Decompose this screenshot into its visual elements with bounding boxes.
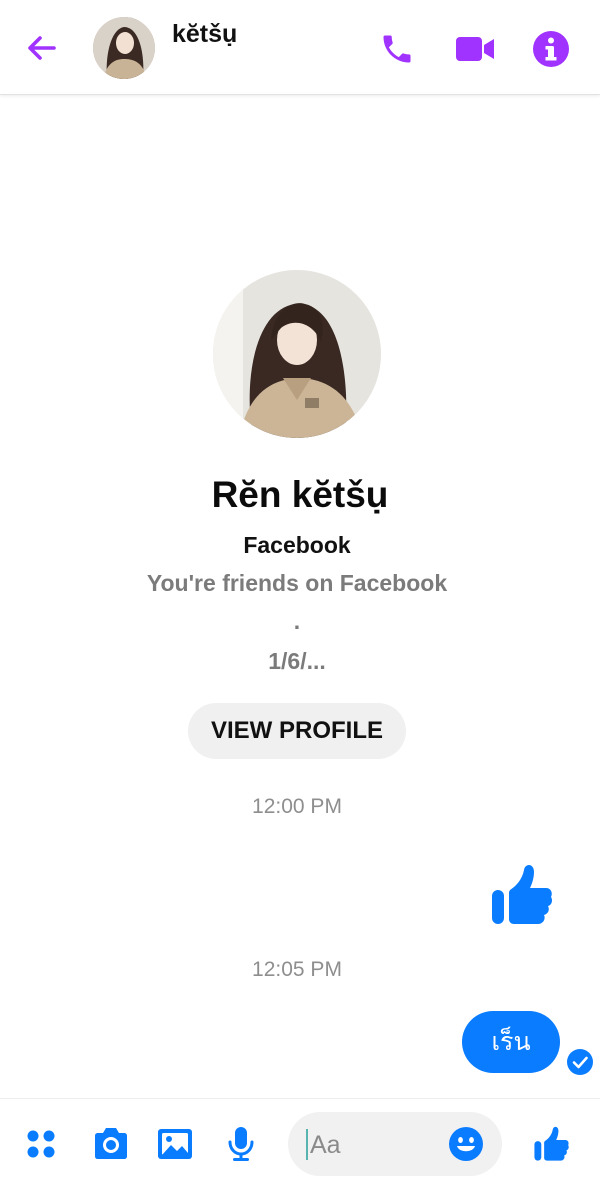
- message-input-container: [288, 1112, 502, 1176]
- chat-header: kĕtšụ: [0, 0, 600, 95]
- apps-button[interactable]: [18, 1121, 64, 1167]
- phone-icon: [383, 35, 411, 63]
- video-call-button[interactable]: [450, 26, 500, 72]
- contact-avatar[interactable]: [93, 17, 155, 79]
- view-profile-button[interactable]: VIEW PROFILE: [188, 703, 406, 759]
- profile-date: 1/6/...: [268, 648, 326, 674]
- profile-name: Rĕn kĕtšụ: [211, 474, 389, 515]
- message-input[interactable]: [308, 1126, 452, 1164]
- send-like-button[interactable]: [528, 1121, 574, 1167]
- info-button[interactable]: [528, 26, 574, 72]
- contact-name[interactable]: kĕtšụ: [172, 20, 237, 49]
- profile-source: Facebook: [243, 532, 351, 558]
- seen-check-icon: [566, 1048, 594, 1076]
- camera-button[interactable]: [88, 1121, 134, 1167]
- separator-dot: .: [293, 608, 301, 634]
- info-icon: [533, 31, 569, 67]
- microphone-icon: [228, 1127, 254, 1161]
- apps-icon: [27, 1130, 55, 1158]
- sent-like-message[interactable]: [488, 860, 554, 930]
- back-button[interactable]: [20, 26, 64, 70]
- call-button[interactable]: [374, 26, 420, 72]
- emoji-icon: [449, 1127, 483, 1161]
- message-timestamp: 12:05 PM: [252, 958, 342, 981]
- emoji-button[interactable]: [448, 1126, 484, 1162]
- gallery-button[interactable]: [152, 1121, 198, 1167]
- camera-icon: [95, 1128, 127, 1159]
- thumbs-up-icon: [534, 1126, 569, 1161]
- gallery-icon: [158, 1129, 192, 1159]
- sent-message-bubble[interactable]: เร็น: [462, 1011, 560, 1073]
- arrow-left-icon: [28, 36, 56, 60]
- message-timestamp: 12:00 PM: [252, 795, 342, 818]
- message-text: เร็น: [491, 1028, 531, 1056]
- thumbs-up-icon: [492, 864, 552, 924]
- microphone-button[interactable]: [218, 1121, 264, 1167]
- video-camera-icon: [456, 37, 494, 61]
- friendship-status: You're friends on Facebook: [146, 570, 448, 596]
- profile-photo[interactable]: [213, 270, 381, 438]
